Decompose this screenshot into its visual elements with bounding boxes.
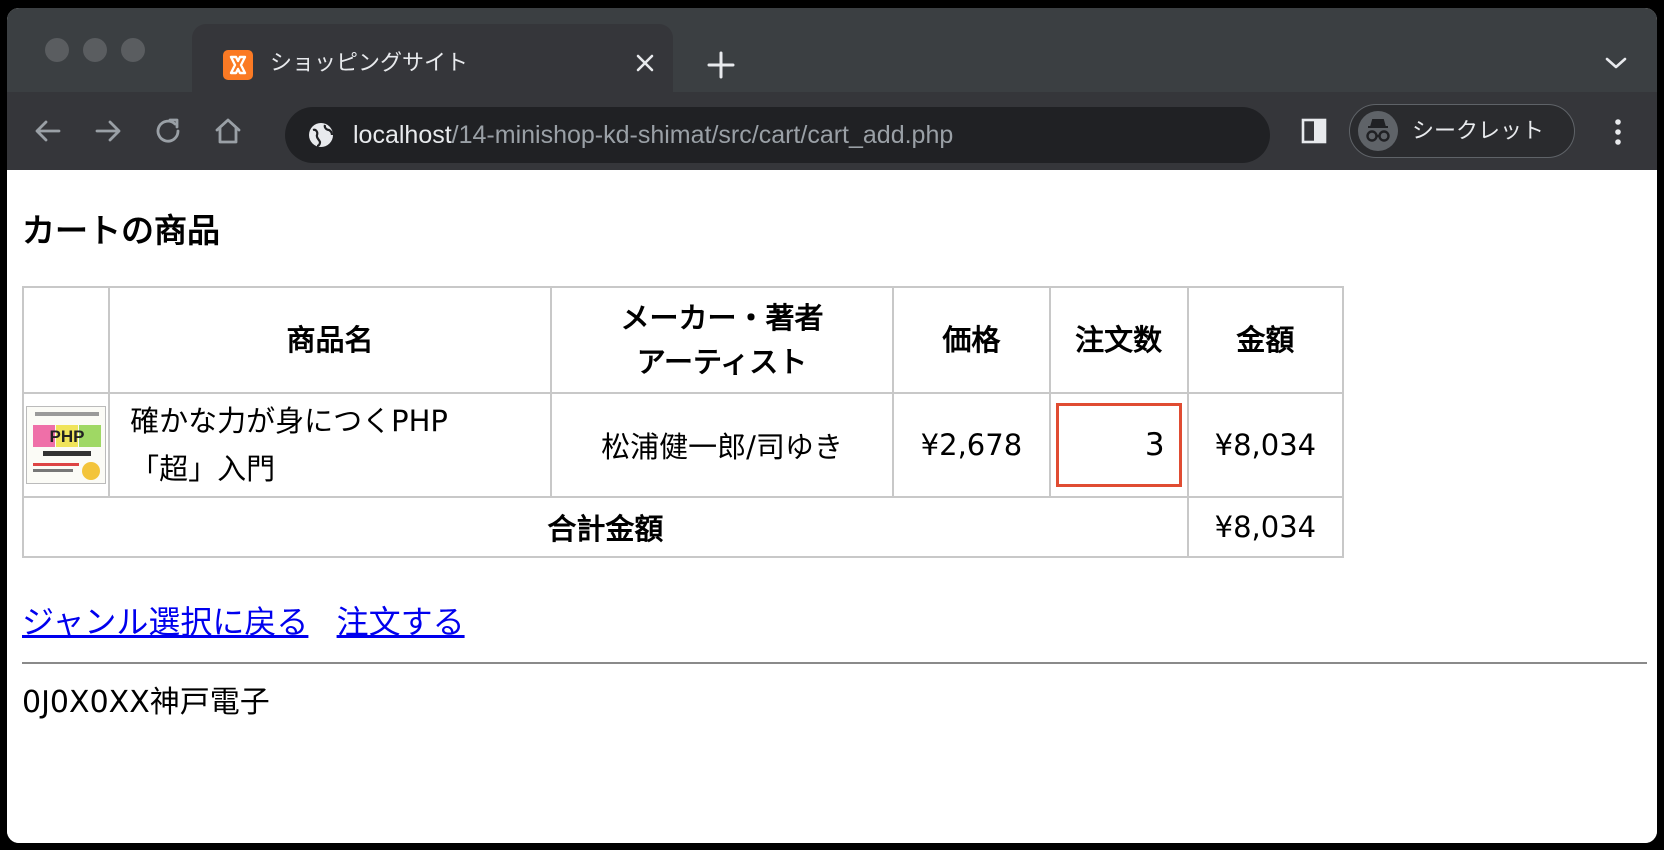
header-quantity: 注文数 (1048, 286, 1189, 394)
kebab-menu-icon[interactable] (1603, 116, 1633, 148)
place-order-link[interactable]: 注文する (337, 603, 465, 641)
page-title: カートの商品 (22, 211, 220, 250)
quantity-input[interactable]: 3 (1055, 403, 1182, 487)
site-info-globe-icon[interactable] (307, 121, 335, 149)
cart-table: 商品名 メーカー・著者 アーティスト 価格 注文数 金額 PHP 確かな力が身に… (21, 286, 1345, 558)
footer-text: 0J0X0XX神戸電子 (22, 685, 270, 720)
total-amount: ¥8,034 (1186, 496, 1345, 558)
header-price: 価格 (892, 286, 1051, 394)
window-zoom-dot[interactable] (121, 38, 145, 62)
product-amount: ¥8,034 (1186, 392, 1345, 498)
header-image (21, 286, 111, 394)
quantity-cell: 3 (1048, 392, 1189, 498)
tab-close-icon[interactable] (630, 48, 660, 78)
table-row: PHP 確かな力が身につくPHP 「超」入門 松浦健一郎/司ゆき ¥2,678 (21, 392, 1345, 498)
product-maker: 松浦健一郎/司ゆき (549, 392, 895, 498)
product-name-cell: 確かな力が身につくPHP 「超」入門 (108, 392, 552, 498)
product-name-line2: 「超」入門 (130, 452, 276, 486)
forward-arrow-icon[interactable] (91, 114, 125, 148)
address-bar[interactable]: localhost/14-minishop-kd-shimat/src/cart… (285, 107, 1270, 163)
browser-window: ショッピングサイト localhost/14-minishop-kd-shima… (7, 8, 1657, 843)
header-amount: 金額 (1186, 286, 1345, 394)
xampp-favicon-icon (223, 50, 253, 80)
page-content: カートの商品 商品名 メーカー・著者 アーティスト 価格 注文数 金額 PHP … (7, 170, 1657, 843)
table-header-row: 商品名 メーカー・著者 アーティスト 価格 注文数 金額 (21, 286, 1345, 394)
header-maker: メーカー・著者 アーティスト (549, 286, 895, 394)
url-path: /14-minishop-kd-shimat/src/cart/cart_add… (451, 121, 954, 149)
url-text[interactable]: localhost/14-minishop-kd-shimat/src/cart… (353, 117, 953, 153)
incognito-profile-button[interactable]: シークレット (1349, 104, 1575, 158)
window-close-dot[interactable] (45, 38, 69, 62)
product-thumbnail[interactable]: PHP (26, 406, 107, 484)
url-host: localhost (353, 121, 452, 149)
total-row: 合計金額 ¥8,034 (22, 496, 1345, 558)
tab-title: ショッピングサイト (270, 51, 469, 76)
product-thumbnail-cell: PHP (21, 392, 111, 498)
back-arrow-icon[interactable] (31, 114, 65, 148)
tab-strip: ショッピングサイト (7, 8, 1657, 100)
window-minimize-dot[interactable] (83, 38, 107, 62)
divider (22, 662, 1647, 664)
thumbnail-title: PHP (50, 427, 85, 446)
product-name-line1: 確かな力が身につくPHP (130, 404, 448, 438)
product-price: ¥2,678 (892, 392, 1051, 498)
back-to-genre-link[interactable]: ジャンル選択に戻る (22, 603, 308, 641)
header-maker-line2: アーティスト (636, 345, 808, 379)
header-maker-line1: メーカー・著者 (620, 301, 824, 335)
side-panel-icon[interactable] (1299, 116, 1329, 146)
active-tab[interactable]: ショッピングサイト (192, 24, 673, 100)
incognito-icon (1358, 111, 1398, 151)
browser-toolbar: localhost/14-minishop-kd-shimat/src/cart… (7, 92, 1657, 170)
reload-icon[interactable] (151, 114, 185, 148)
header-product-name: 商品名 (108, 286, 552, 394)
tab-search-chevron-down-icon[interactable] (1603, 54, 1629, 72)
action-links: ジャンル選択に戻る 注文する (22, 600, 483, 644)
incognito-label: シークレット (1412, 119, 1545, 144)
home-icon[interactable] (211, 114, 245, 148)
new-tab-plus-icon[interactable] (704, 48, 738, 82)
total-label: 合計金額 (22, 496, 1189, 558)
